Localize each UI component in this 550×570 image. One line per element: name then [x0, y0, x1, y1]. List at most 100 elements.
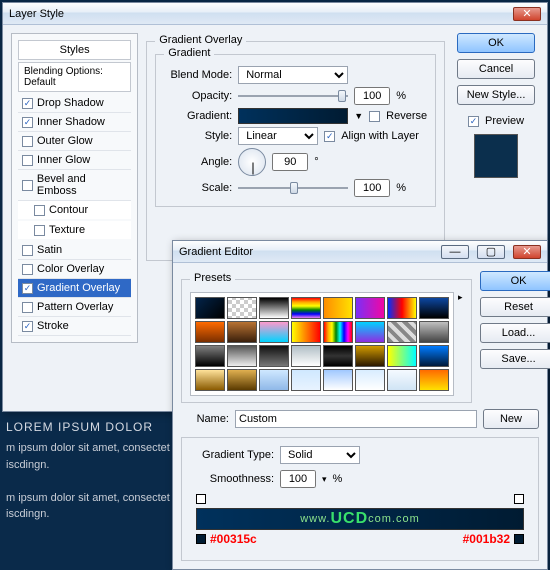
new-button[interactable]: New [483, 409, 539, 429]
preset-swatch[interactable] [227, 345, 257, 367]
style-checkbox[interactable] [22, 98, 33, 109]
preset-swatch[interactable] [259, 297, 289, 319]
preset-swatch[interactable] [419, 345, 449, 367]
layer-style-titlebar[interactable]: Layer Style ✕ [3, 3, 547, 25]
preset-swatch[interactable] [291, 345, 321, 367]
cancel-button[interactable]: Cancel [457, 59, 535, 79]
preset-swatch[interactable] [227, 321, 257, 343]
style-checkbox[interactable] [22, 245, 33, 256]
preset-swatch[interactable] [323, 345, 353, 367]
color-stop-left[interactable] [196, 534, 206, 544]
preset-swatch[interactable] [227, 297, 257, 319]
gradient-swatch[interactable] [238, 108, 348, 124]
blending-options-default[interactable]: Blending Options: Default [18, 62, 131, 92]
style-checkbox[interactable] [22, 283, 33, 294]
style-color-overlay[interactable]: Color Overlay [18, 260, 131, 279]
preset-swatch[interactable] [291, 321, 321, 343]
preset-swatch[interactable] [195, 297, 225, 319]
align-checkbox[interactable] [324, 131, 335, 142]
name-input[interactable] [235, 410, 477, 428]
style-checkbox[interactable] [22, 136, 33, 147]
reverse-checkbox[interactable] [369, 111, 380, 122]
preset-swatch[interactable] [387, 345, 417, 367]
gradient-editor-titlebar[interactable]: Gradient Editor — ▢ ✕ [173, 241, 547, 263]
preset-swatch[interactable] [355, 369, 385, 391]
opacity-stop-right[interactable] [514, 494, 524, 504]
style-inner-shadow[interactable]: Inner Shadow [18, 113, 131, 132]
ok-button[interactable]: OK [457, 33, 535, 53]
gradient-dropdown-icon[interactable]: ▼ [354, 111, 363, 121]
gradient-bar[interactable]: www.UCDcom.com [196, 508, 524, 530]
style-checkbox[interactable] [22, 180, 33, 191]
preset-swatch[interactable] [195, 369, 225, 391]
style-checkbox[interactable] [22, 264, 33, 275]
style-outer-glow[interactable]: Outer Glow [18, 132, 131, 151]
preset-swatch[interactable] [387, 369, 417, 391]
style-contour[interactable]: Contour [18, 201, 131, 219]
style-bevel-and-emboss[interactable]: Bevel and Emboss [18, 170, 131, 201]
preset-swatch[interactable] [227, 369, 257, 391]
style-inner-glow[interactable]: Inner Glow [18, 151, 131, 170]
preset-swatch[interactable] [259, 369, 289, 391]
preset-swatch[interactable] [419, 297, 449, 319]
blend-mode-select[interactable]: Normal [238, 66, 348, 84]
preset-swatch[interactable] [291, 297, 321, 319]
scale-slider[interactable] [238, 181, 348, 195]
close-icon[interactable]: ✕ [513, 7, 541, 21]
percent-label: % [333, 473, 343, 485]
style-checkbox[interactable] [22, 321, 33, 332]
new-style-button[interactable]: New Style... [457, 85, 535, 105]
maximize-icon[interactable]: ▢ [477, 245, 505, 259]
preset-swatch[interactable] [355, 297, 385, 319]
preset-swatch[interactable] [387, 321, 417, 343]
scale-input[interactable] [354, 179, 390, 197]
opacity-stop-left[interactable] [196, 494, 206, 504]
angle-dial[interactable] [238, 148, 266, 176]
presets-menu-icon[interactable]: ▸ [458, 292, 463, 303]
gradient-type-select[interactable]: Solid [280, 446, 360, 464]
preset-swatch[interactable] [259, 345, 289, 367]
style-select[interactable]: Linear [238, 127, 318, 145]
preset-swatch[interactable] [323, 297, 353, 319]
style-gradient-overlay[interactable]: Gradient Overlay [18, 279, 131, 298]
preset-swatch[interactable] [387, 297, 417, 319]
angle-input[interactable] [272, 153, 308, 171]
style-label: Satin [37, 244, 62, 256]
style-checkbox[interactable] [34, 225, 45, 236]
preset-swatch[interactable] [419, 369, 449, 391]
opacity-input[interactable] [354, 87, 390, 105]
save-button[interactable]: Save... [480, 349, 550, 369]
preset-swatch[interactable] [355, 321, 385, 343]
close-icon[interactable]: ✕ [513, 245, 541, 259]
preset-swatch[interactable] [323, 369, 353, 391]
styles-header[interactable]: Styles [18, 40, 131, 60]
load-button[interactable]: Load... [480, 323, 550, 343]
style-checkbox[interactable] [34, 205, 45, 216]
smoothness-dropdown-icon[interactable]: ▾ [322, 474, 327, 485]
style-checkbox[interactable] [22, 155, 33, 166]
style-satin[interactable]: Satin [18, 241, 131, 260]
smoothness-input[interactable] [280, 470, 316, 488]
gradient-label: Gradient: [164, 110, 232, 122]
preset-swatch[interactable] [259, 321, 289, 343]
color-stop-right[interactable] [514, 534, 524, 544]
opacity-slider[interactable] [238, 89, 348, 103]
style-drop-shadow[interactable]: Drop Shadow [18, 94, 131, 113]
reset-button[interactable]: Reset [480, 297, 550, 317]
preview-checkbox[interactable] [468, 116, 479, 127]
style-texture[interactable]: Texture [18, 221, 131, 239]
style-stroke[interactable]: Stroke [18, 317, 131, 336]
style-checkbox[interactable] [22, 117, 33, 128]
preset-swatch[interactable] [291, 369, 321, 391]
preset-swatch[interactable] [323, 321, 353, 343]
preset-swatch[interactable] [355, 345, 385, 367]
preset-swatch[interactable] [195, 321, 225, 343]
preset-swatch[interactable] [195, 345, 225, 367]
ok-button[interactable]: OK [480, 271, 550, 291]
minimize-icon[interactable]: — [441, 245, 469, 259]
degree-label: ° [314, 156, 318, 168]
blend-mode-label: Blend Mode: [164, 69, 232, 81]
style-pattern-overlay[interactable]: Pattern Overlay [18, 298, 131, 317]
preset-swatch[interactable] [419, 321, 449, 343]
style-checkbox[interactable] [22, 302, 33, 313]
